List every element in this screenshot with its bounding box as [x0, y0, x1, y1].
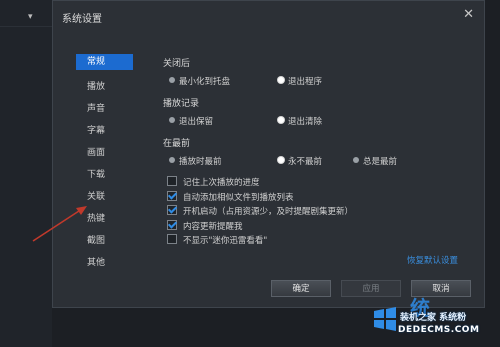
- restore-defaults-link[interactable]: 恢复默认设置: [407, 254, 458, 266]
- background-app-panel: [0, 0, 52, 347]
- checkbox-hide-mini-player[interactable]: 不显示"迷你迅雷看看": [167, 234, 353, 249]
- section-topmost: 在最前 播放时最前 永不最前 总是最前: [163, 136, 453, 169]
- section-history: 播放记录 退出保留 退出清除: [163, 96, 413, 129]
- nav-item-download[interactable]: 下载: [76, 164, 133, 186]
- radio-dot-selected: [278, 157, 284, 163]
- windows-logo-icon: [374, 307, 396, 331]
- checkbox-auto-add-similar[interactable]: 自动添加相似文件到播放列表: [167, 190, 353, 206]
- radio-exit-program[interactable]: 退出程序: [278, 75, 322, 87]
- radio-never-topmost[interactable]: 永不最前: [278, 155, 322, 167]
- radio-keep-on-exit[interactable]: 退出保留: [169, 115, 213, 127]
- radio-minimize-to-tray[interactable]: 最小化到托盘: [169, 75, 230, 87]
- radio-dot: [169, 117, 175, 123]
- nav-item-subtitles[interactable]: 字幕: [76, 120, 133, 142]
- nav-item-picture[interactable]: 画面: [76, 142, 133, 164]
- close-icon[interactable]: ✕: [463, 7, 474, 22]
- background-divider: [0, 26, 52, 27]
- dialog-title: 系统设置: [62, 14, 102, 25]
- checkbox-box-checked: [167, 190, 177, 201]
- radio-clear-on-exit[interactable]: 退出清除: [278, 115, 322, 127]
- radio-dot: [353, 157, 359, 163]
- ok-button[interactable]: 确定: [271, 280, 331, 297]
- radio-always-topmost[interactable]: 总是最前: [353, 155, 397, 167]
- annotation-arrow-icon: [32, 206, 87, 242]
- chevron-down-icon: ▾: [28, 12, 33, 22]
- radio-dot-selected: [278, 117, 284, 123]
- checkbox-start-on-boot[interactable]: 开机启动（占用资源少，及时提醒剧集更新）: [167, 205, 353, 220]
- section-title: 关闭后: [163, 59, 191, 69]
- section-on-close: 关闭后 最小化到托盘 退出程序: [163, 56, 413, 89]
- radio-dot: [169, 77, 175, 83]
- watermark: 统 装机之家 系统粉 DEDECMS.COM: [362, 296, 500, 347]
- checkbox-box-checked: [167, 205, 177, 215]
- radio-dot: [169, 157, 175, 163]
- section-title: 播放记录: [163, 99, 200, 109]
- checkbox-remember-progress[interactable]: 记住上次播放的进度: [167, 176, 353, 191]
- checkbox-list: 记住上次播放的进度 自动添加相似文件到播放列表 开机启动（占用资源少，及时提醒剧…: [167, 176, 353, 249]
- apply-button[interactable]: 应用: [341, 280, 401, 297]
- section-title: 在最前: [163, 139, 191, 149]
- nav-item-sound[interactable]: 声音: [76, 98, 133, 120]
- checkbox-box-checked: [167, 219, 177, 230]
- nav-item-playback[interactable]: 播放: [76, 76, 133, 98]
- background-dropdown[interactable]: ▾: [10, 12, 38, 24]
- radio-topmost-when-playing[interactable]: 播放时最前: [169, 155, 222, 167]
- watermark-url: DEDECMS.COM: [398, 325, 480, 335]
- watermark-text: 装机之家 系统粉: [400, 313, 467, 323]
- checkbox-update-reminder[interactable]: 内容更新提醒我: [167, 219, 353, 235]
- checkbox-box: [167, 234, 177, 244]
- nav-item-other[interactable]: 其他: [76, 252, 133, 274]
- radio-dot-selected: [278, 77, 284, 83]
- checkbox-box: [167, 176, 177, 186]
- nav-item-general[interactable]: 常规: [76, 54, 133, 70]
- settings-dialog: 系统设置 ✕ 常规 播放 声音 字幕 画面 下载 关联 热键 截图 其他 关闭后…: [52, 0, 485, 308]
